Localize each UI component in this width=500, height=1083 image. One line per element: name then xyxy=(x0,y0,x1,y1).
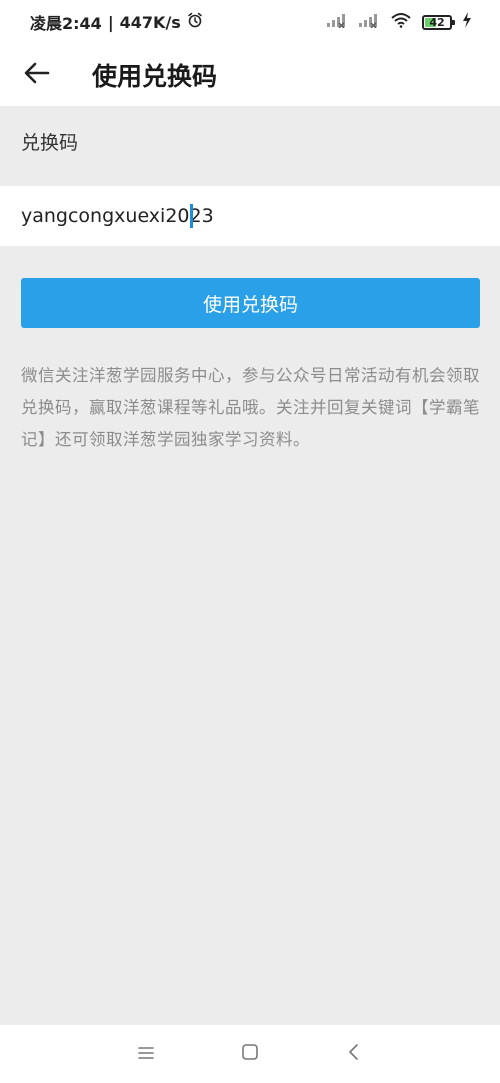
alarm-clock-icon xyxy=(187,12,203,32)
redeem-code-input[interactable] xyxy=(21,205,461,227)
system-nav-bar xyxy=(0,1025,500,1083)
code-label: 兑换码 xyxy=(21,132,79,154)
back-button[interactable] xyxy=(2,44,72,106)
status-divider: | xyxy=(107,12,114,32)
code-input-row[interactable] xyxy=(0,186,500,246)
menu-icon xyxy=(137,1045,155,1064)
redeem-button[interactable]: 使用兑换码 xyxy=(21,278,480,328)
wifi-icon xyxy=(390,12,412,32)
home-square-icon xyxy=(241,1043,259,1065)
signal-icon xyxy=(326,12,348,32)
page-title: 使用兑换码 xyxy=(92,62,218,91)
status-time: 凌晨2:44 xyxy=(30,14,102,33)
header: 使用兑换码 xyxy=(0,44,500,106)
status-right: 42 xyxy=(326,12,472,32)
battery-icon: 42 xyxy=(422,14,455,30)
text-caret xyxy=(190,204,193,228)
status-bar: 凌晨2:44 | 447K/s 42 xyxy=(0,0,500,44)
status-left: 凌晨2:44 | 447K/s xyxy=(30,10,203,34)
description-text: 微信关注洋葱学园服务中心，参与公众号日常活动有机会领取兑换码，赢取洋葱课程等礼品… xyxy=(21,366,480,449)
charging-bolt-icon xyxy=(462,12,472,32)
battery-text: 42 xyxy=(429,15,445,29)
nav-back-button[interactable] xyxy=(302,1025,406,1083)
chevron-left-icon xyxy=(347,1043,361,1065)
signal-icon xyxy=(358,12,380,32)
nav-menu-button[interactable] xyxy=(94,1025,198,1083)
status-speed: 447K/s xyxy=(119,12,181,32)
arrow-left-icon xyxy=(24,62,50,88)
nav-home-button[interactable] xyxy=(198,1025,302,1083)
